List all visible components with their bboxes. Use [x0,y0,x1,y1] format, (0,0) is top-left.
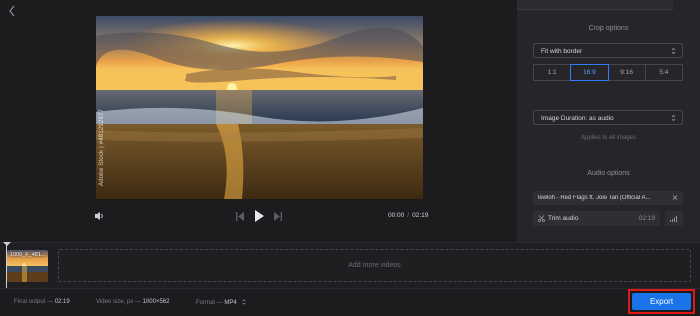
speaker-icon[interactable] [94,211,105,221]
skip-next-icon[interactable] [274,212,282,221]
skip-previous-icon[interactable] [236,212,244,221]
scissors-icon [538,215,545,222]
options-panel: Crop options Fit with border 1:1 16:9 9:… [517,0,700,242]
updown-chevron-icon [671,47,676,55]
updown-chevron-icon [242,299,247,305]
trim-audio-button[interactable]: Trim audio 02:19 [533,211,660,226]
bottom-bar: Final output — 02:19 Video size, px — 10… [0,288,700,316]
crop-options-title: Crop options [588,25,629,32]
final-output-label: Final output — [14,299,54,305]
audio-file-item: lewloh - Red Flags ft. Jole Tan (Officia… [533,191,683,205]
panel-tab-strip [517,0,673,10]
timeline-clip[interactable]: 1000_F_481... [7,250,48,282]
chevron-left-icon[interactable] [6,4,18,18]
ratio-9-16[interactable]: 9:16 [607,64,646,81]
play-icon[interactable] [254,210,264,222]
ratio-5-4[interactable]: 5:4 [644,64,683,81]
audio-options-title: Audio options [587,170,630,177]
total-time: 02:19 [412,212,429,219]
trim-audio-duration: 02:19 [638,215,655,222]
add-more-videos-dropzone[interactable]: Add more videos [58,249,691,282]
ratio-16-9[interactable]: 16:9 [570,64,609,81]
playhead-handle[interactable] [3,242,11,246]
format-value: MP4 [224,300,237,306]
format-selector[interactable]: Format — MP4 [196,299,247,306]
audio-volume-button[interactable] [665,211,683,226]
applies-note: Applies to all images [580,135,637,141]
aspect-ratio-group: 1:1 16:9 9:16 5:4 [533,64,683,81]
timeline: 1000_F_481... Add more videos [0,242,700,288]
final-output-value: 02:19 [54,299,70,305]
video-size-value: 1000×562 [142,299,170,305]
export-button[interactable]: Export [632,293,691,310]
trim-audio-label: Trim audio [548,215,579,222]
ratio-1-1[interactable]: 1:1 [533,64,572,81]
updown-chevron-icon [671,114,676,122]
close-icon[interactable] [672,194,678,201]
crop-mode-value: Fit with border [541,48,583,55]
format-label: Format — [196,300,223,306]
watermark-text: Adobe Stock | #481292977 [99,108,105,186]
image-duration-value: Image Duration: as audio [541,115,614,122]
video-preview [96,16,423,199]
clip-label: 1000_F_481... [10,252,46,258]
image-duration-select[interactable]: Image Duration: as audio [533,110,683,125]
current-time: 00:00 [388,212,405,219]
crop-mode-select[interactable]: Fit with border [533,43,683,58]
final-output-info: Final output — 02:19 [14,299,70,305]
playback-time: 00:00/02:19 [388,212,428,219]
volume-bars-icon [670,216,677,222]
video-size-label: Video size, px — [96,299,141,305]
audio-file-name: lewloh - Red Flags ft. Jole Tan (Officia… [538,195,651,201]
time-separator: / [407,212,410,219]
playhead[interactable] [6,243,7,288]
player-controls: 00:00/02:19 [90,206,430,226]
video-size-info: Video size, px — 1000×562 [96,299,169,305]
